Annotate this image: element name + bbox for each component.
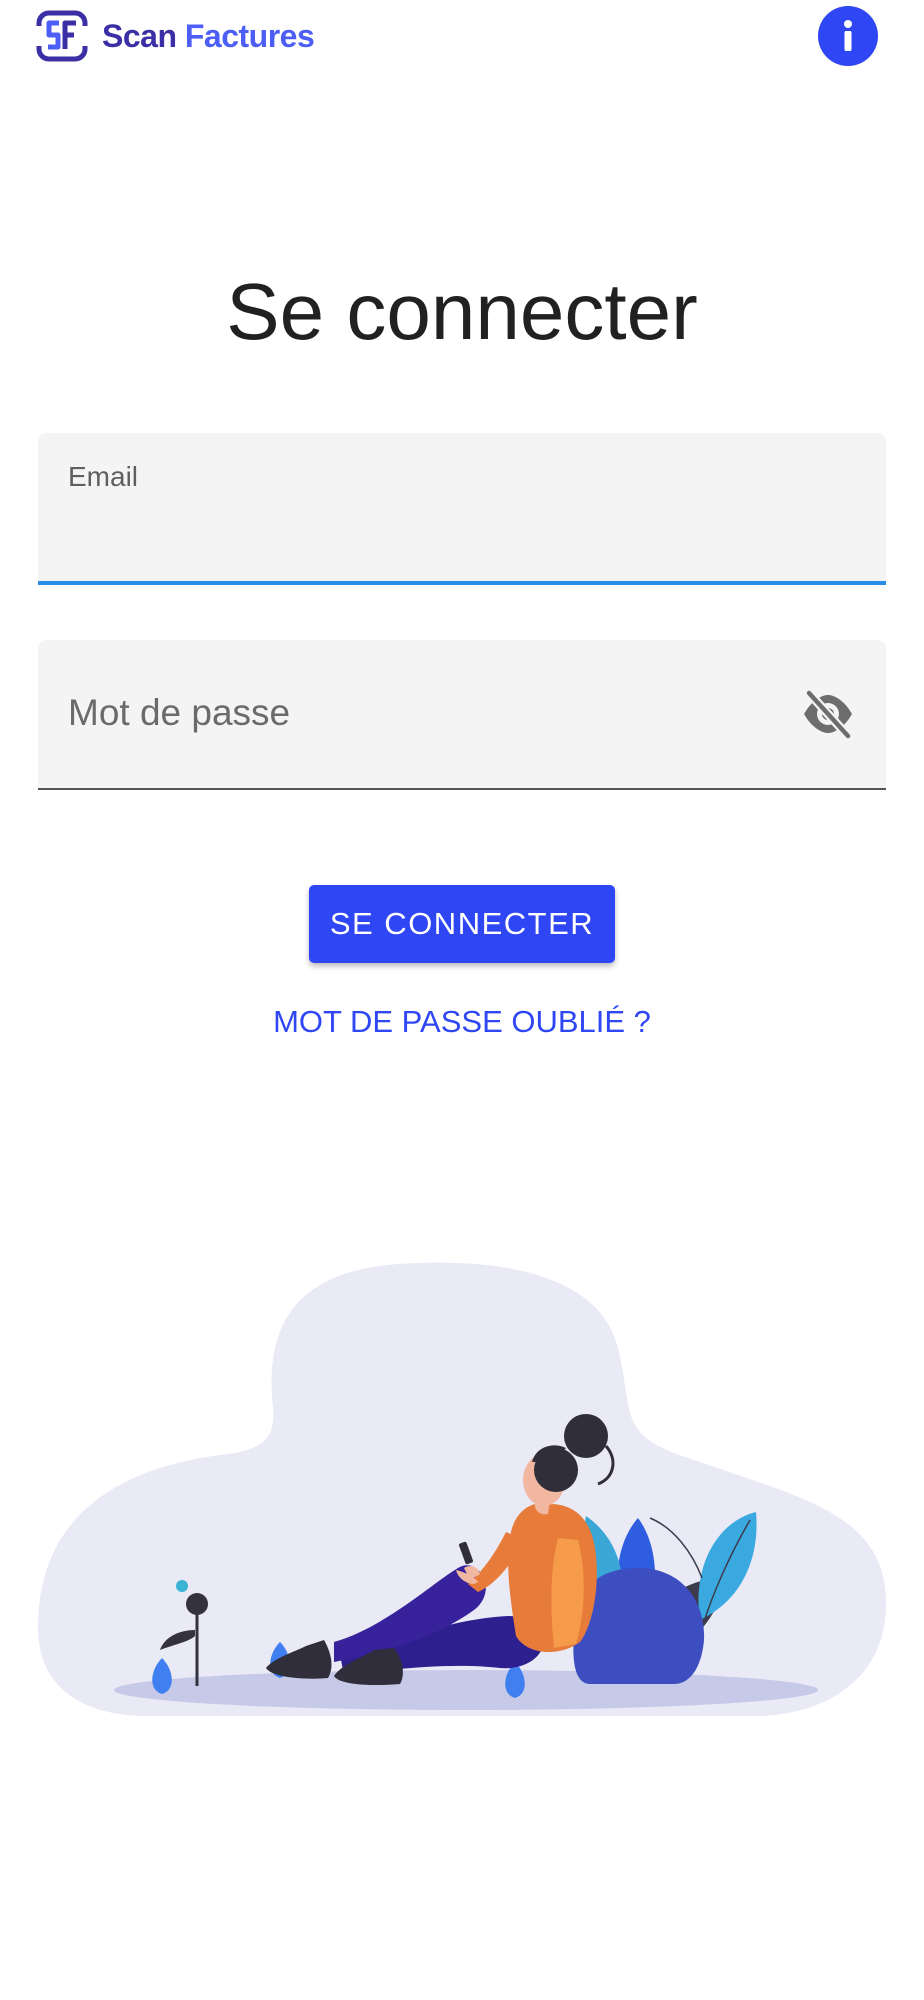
app-logo: Scan Factures [36,10,315,62]
app-name-word-2: Factures [184,18,315,54]
page-title: Se connecter [226,267,698,356]
app-name-word-1: Scan [102,18,177,54]
password-visibility-toggle[interactable] [798,684,858,744]
sf-logo-icon [36,10,88,62]
app-bar: Scan Factures [0,0,924,74]
ground-shadow [114,1670,818,1710]
email-field-label: Email [68,461,139,492]
info-button[interactable] [818,6,878,66]
password-field[interactable]: Mot de passe [38,640,886,790]
email-field[interactable]: Email [38,433,886,585]
eye-off-icon [804,689,852,740]
login-illustration [38,1262,886,1716]
forgot-password-link[interactable]: MOT DE PASSE OUBLIÉ ? [0,1000,924,1044]
email-input[interactable] [68,505,828,555]
login-button[interactable]: SE CONNECTER [309,885,615,963]
app-name: Scan Factures [102,10,315,62]
password-placeholder: Mot de passe [68,692,291,733]
info-icon [844,20,852,51]
